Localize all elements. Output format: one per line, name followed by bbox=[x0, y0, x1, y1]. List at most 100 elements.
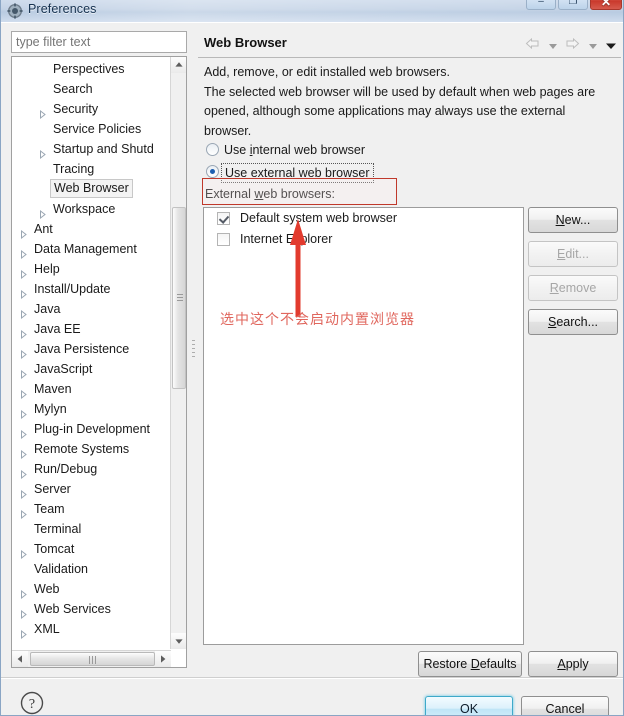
tree-item[interactable]: Java Persistence bbox=[12, 339, 171, 360]
expand-arrow-icon[interactable] bbox=[19, 545, 28, 560]
expand-arrow-icon[interactable] bbox=[19, 425, 28, 440]
expand-arrow-icon[interactable] bbox=[19, 625, 28, 640]
tree-item[interactable]: Server bbox=[12, 479, 171, 500]
tree-item[interactable]: Team bbox=[12, 499, 171, 520]
tree-item[interactable]: JavaScript bbox=[12, 359, 171, 380]
tree-item[interactable]: Perspectives bbox=[12, 59, 171, 79]
checkbox-checked-icon[interactable] bbox=[217, 212, 230, 225]
tree-item[interactable]: Ant bbox=[12, 219, 171, 240]
filter-input[interactable] bbox=[11, 31, 187, 53]
back-history-chevron-down-icon[interactable] bbox=[548, 37, 558, 55]
tree-scrollbar-thumb[interactable] bbox=[172, 207, 186, 389]
maximize-button[interactable]: ❐ bbox=[558, 0, 588, 10]
expand-arrow-icon[interactable] bbox=[19, 245, 28, 260]
arrow-left-icon[interactable] bbox=[525, 37, 540, 55]
tree-item[interactable]: Mylyn bbox=[12, 399, 171, 420]
tree-item-label: Service Policies bbox=[53, 122, 142, 136]
cancel-button[interactable]: Cancel bbox=[521, 696, 609, 715]
h-scrollbar-thumb[interactable] bbox=[30, 652, 155, 666]
tree-item[interactable]: Java bbox=[12, 299, 171, 320]
search-button[interactable]: Search... bbox=[528, 309, 618, 335]
minimize-button[interactable]: – bbox=[526, 0, 556, 10]
expand-arrow-icon[interactable] bbox=[19, 585, 28, 600]
browser-list-item[interactable]: Default system web browser bbox=[204, 208, 523, 229]
tree-item-label: JavaScript bbox=[34, 362, 93, 376]
expand-arrow-icon[interactable] bbox=[38, 205, 47, 220]
tree-item-label: Terminal bbox=[34, 522, 82, 536]
arrow-right-icon[interactable] bbox=[565, 37, 580, 55]
checkbox-unchecked-icon[interactable] bbox=[217, 233, 230, 246]
tree-item-label: Java bbox=[34, 302, 61, 316]
tree-item[interactable]: Install/Update bbox=[12, 279, 171, 300]
restore-defaults-button[interactable]: Restore Defaults bbox=[418, 651, 522, 677]
expand-arrow-icon[interactable] bbox=[19, 485, 28, 500]
tree-item[interactable]: Service Policies bbox=[12, 119, 171, 139]
tree-item-label: Run/Debug bbox=[34, 462, 98, 476]
tree-item[interactable]: Web Services bbox=[12, 599, 171, 620]
description-line: browser. bbox=[204, 123, 252, 138]
gear-icon bbox=[7, 3, 23, 19]
expand-arrow-icon[interactable] bbox=[19, 605, 28, 620]
expand-arrow-icon[interactable] bbox=[19, 285, 28, 300]
splitter-grip-icon bbox=[192, 340, 196, 358]
svg-text:?: ? bbox=[29, 697, 35, 712]
ok-button[interactable]: OK bbox=[425, 696, 513, 715]
tree-item[interactable]: Web bbox=[12, 579, 171, 600]
tree-item[interactable]: Workspace bbox=[12, 199, 171, 220]
tree-item-label: Validation bbox=[34, 562, 88, 576]
expand-arrow-icon[interactable] bbox=[19, 505, 28, 520]
expand-arrow-icon[interactable] bbox=[19, 305, 28, 320]
tree-item[interactable]: Terminal bbox=[12, 519, 171, 539]
footer-separator bbox=[1, 677, 623, 678]
question-mark-icon[interactable]: ? bbox=[20, 691, 44, 715]
pane-splitter[interactable] bbox=[190, 27, 198, 671]
expand-arrow-icon[interactable] bbox=[19, 405, 28, 420]
scroll-down-icon[interactable] bbox=[171, 633, 186, 649]
tree-item[interactable]: Maven bbox=[12, 379, 171, 400]
apply-button[interactable]: Apply bbox=[528, 651, 618, 677]
tree-item-label: Data Management bbox=[34, 242, 137, 256]
tree-item[interactable]: Run/Debug bbox=[12, 459, 171, 480]
scroll-right-icon[interactable] bbox=[155, 651, 171, 667]
expand-arrow-icon[interactable] bbox=[19, 265, 28, 280]
scroll-left-icon[interactable] bbox=[12, 651, 28, 667]
tree-item[interactable]: Web Browser bbox=[12, 179, 171, 199]
tree-item[interactable]: Tomcat bbox=[12, 539, 171, 560]
expand-arrow-icon[interactable] bbox=[38, 105, 47, 120]
tree-item-label: Remote Systems bbox=[34, 442, 130, 456]
new-button[interactable]: New... bbox=[528, 207, 618, 233]
expand-arrow-icon[interactable] bbox=[38, 145, 47, 160]
tree-item[interactable]: Search bbox=[12, 79, 171, 99]
expand-arrow-icon[interactable] bbox=[19, 385, 28, 400]
expand-arrow-icon[interactable] bbox=[19, 325, 28, 340]
scroll-up-icon[interactable] bbox=[171, 57, 186, 73]
close-button[interactable]: ✕ bbox=[590, 0, 622, 10]
view-menu-chevron-down-icon[interactable] bbox=[605, 37, 617, 55]
external-browsers-label: External web browsers: bbox=[205, 187, 335, 201]
tree-item-label: Tomcat bbox=[34, 542, 75, 556]
edit-button: Edit... bbox=[528, 241, 618, 267]
expand-arrow-icon[interactable] bbox=[19, 345, 28, 360]
browser-list-item[interactable]: Internet Explorer bbox=[204, 229, 523, 250]
tree-item[interactable]: Help bbox=[12, 259, 171, 280]
expand-arrow-icon[interactable] bbox=[19, 365, 28, 380]
expand-arrow-icon[interactable] bbox=[19, 225, 28, 240]
tree-item[interactable]: Tracing bbox=[12, 159, 171, 179]
external-browsers-list[interactable]: Default system web browser Internet Explo… bbox=[203, 207, 524, 645]
expand-arrow-icon[interactable] bbox=[19, 465, 28, 480]
tree-item[interactable]: XML bbox=[12, 619, 171, 640]
h-scrollbar-grip-icon bbox=[88, 656, 98, 664]
tree-item[interactable]: Security bbox=[12, 99, 171, 120]
tree-item[interactable]: Java EE bbox=[12, 319, 171, 340]
forward-history-chevron-down-icon[interactable] bbox=[588, 37, 598, 55]
tree-vertical-scrollbar[interactable] bbox=[170, 57, 186, 649]
tree-item[interactable]: Plug-in Development bbox=[12, 419, 171, 440]
tree-horizontal-scrollbar[interactable] bbox=[12, 650, 171, 667]
tree-item[interactable]: Data Management bbox=[12, 239, 171, 260]
tree-item[interactable]: Remote Systems bbox=[12, 439, 171, 460]
tree-item[interactable]: Startup and Shutd bbox=[12, 139, 171, 160]
tree-item[interactable]: Validation bbox=[12, 559, 171, 579]
tree-item-label: Help bbox=[34, 262, 60, 276]
expand-arrow-icon[interactable] bbox=[19, 445, 28, 460]
tree-item-label: Java EE bbox=[34, 322, 81, 336]
